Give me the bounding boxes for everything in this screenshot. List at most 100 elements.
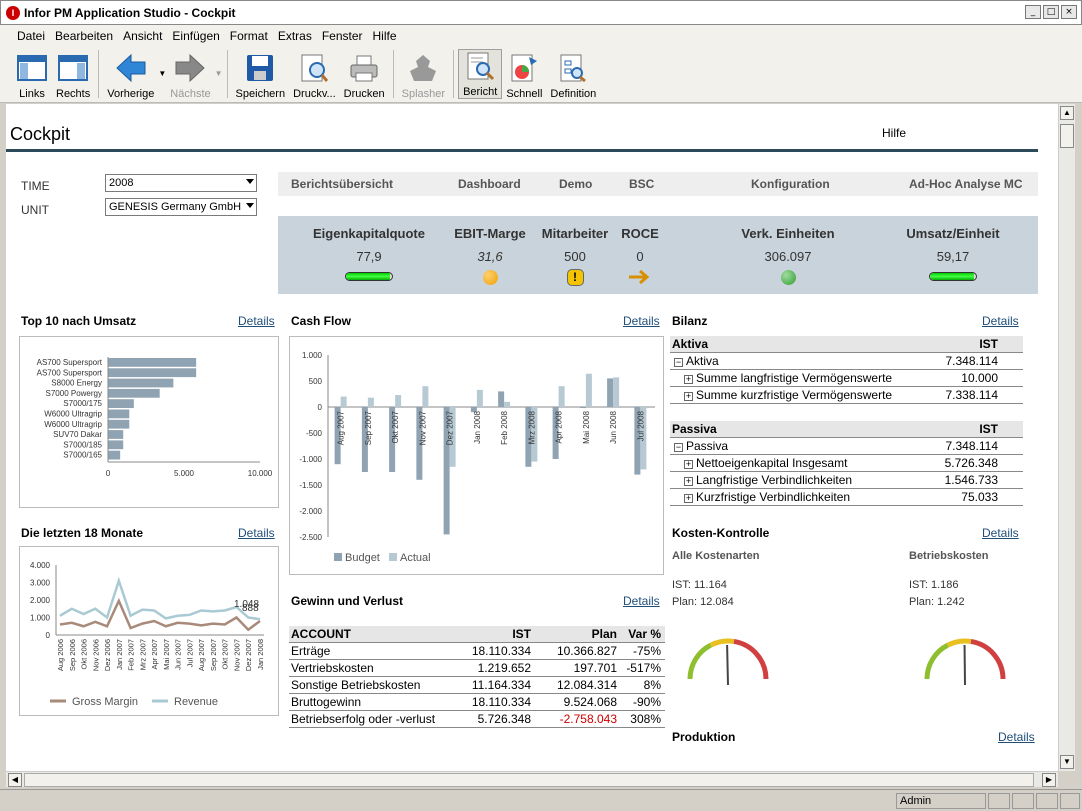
collapse-icon[interactable]: − — [674, 443, 683, 452]
definition-button[interactable]: Definition — [546, 46, 600, 100]
menu-einfuegen[interactable]: Einfügen — [167, 29, 224, 43]
table-row[interactable]: Erträge 18.110.334 10.366.827 -75% — [289, 643, 665, 660]
bar — [108, 368, 197, 378]
kpi-umsatz-einheit[interactable]: Umsatz/Einheit 59,17 — [898, 226, 1008, 281]
splasher-button[interactable]: Splasher — [398, 46, 449, 100]
bericht-button[interactable]: Bericht — [458, 49, 503, 99]
naechste-dropdown[interactable]: ▼ — [215, 46, 223, 100]
menu-extras[interactable]: Extras — [273, 29, 317, 43]
unit-select[interactable]: GENESIS Germany GmbH — [105, 198, 257, 216]
table-row[interactable]: + Summe kurzfristige Vermögenswerte 7.338.… — [670, 387, 1023, 404]
expand-icon[interactable]: + — [684, 392, 693, 401]
nav-adhoc-analyse[interactable]: Ad-Hoc Analyse MC — [909, 177, 1023, 191]
table-row[interactable]: − Aktiva 7.348.114 — [670, 353, 1023, 370]
bar-label: S8000 Energy — [51, 379, 102, 388]
kpi-mitarbeiter[interactable]: Mitarbeiter 500 ! — [540, 226, 610, 286]
progress-bar-icon — [345, 272, 393, 281]
drucken-button[interactable]: Drucken — [340, 46, 389, 100]
legend-label: Budget — [345, 552, 380, 564]
vertical-scrollbar[interactable]: ▲ ▼ — [1058, 104, 1075, 771]
top10-chart-panel: AS700 Supersport AS700 Supersport S8000 En… — [19, 336, 279, 508]
kpi-value: 31,6 — [477, 249, 503, 264]
table-row[interactable]: Bruttogewinn 18.110.334 9.524.068 -90% — [289, 694, 665, 711]
tick-label: 10.000 — [248, 469, 273, 478]
table-row[interactable]: + Nettoeigenkapital Insgesamt 5.726.348 — [670, 455, 1023, 472]
table-row[interactable]: − Passiva 7.348.114 — [670, 438, 1023, 455]
scroll-left-icon[interactable]: ◀ — [8, 773, 22, 787]
kosten-details-link[interactable]: Details — [982, 526, 1019, 540]
tick-label: -2.500 — [299, 533, 322, 542]
vorherige-button[interactable]: Vorherige — [103, 46, 158, 100]
table-row[interactable]: Vertriebskosten 1.219.652 197.701 -517% — [289, 660, 665, 677]
menu-format[interactable]: Format — [225, 29, 273, 43]
nav-berichtsuebersicht[interactable]: Berichtsübersicht — [291, 177, 393, 191]
kpi-roce[interactable]: ROCE 0 — [618, 226, 662, 289]
scroll-down-icon[interactable]: ▼ — [1060, 755, 1074, 769]
help-link[interactable]: Hilfe — [882, 126, 906, 140]
vorherige-dropdown[interactable]: ▼ — [158, 46, 166, 100]
nav-bsc[interactable]: BSC — [629, 177, 654, 191]
menu-ansicht[interactable]: Ansicht — [118, 29, 167, 43]
row-text: Passiva — [686, 439, 729, 453]
close-button[interactable]: × — [1061, 5, 1077, 19]
last18-details-link[interactable]: Details — [238, 526, 275, 540]
expand-icon[interactable]: + — [684, 477, 693, 486]
collapse-icon[interactable]: − — [674, 358, 683, 367]
table-row[interactable]: + Langfristige Verbindlichkeiten 1.546.733 — [670, 472, 1023, 489]
data-label: 888 — [242, 603, 259, 614]
speichern-button[interactable]: Speichern — [232, 46, 290, 100]
top10-details-link[interactable]: Details — [238, 314, 275, 328]
x-tick-label: Mrz 2007 — [138, 639, 147, 670]
minimize-button[interactable]: _ — [1025, 5, 1041, 19]
cashflow-chart-panel: 1.000 500 0 -500 -1.000 -1.500 -2.000 -2.500 Aug… — [289, 336, 664, 575]
x-tick-label: Feb 2007 — [127, 639, 136, 671]
scroll-thumb[interactable] — [24, 773, 1034, 787]
bar — [367, 397, 374, 407]
kpi-verk-einheiten[interactable]: Verk. Einheiten 306.097 — [726, 226, 850, 285]
tick-label: 0 — [106, 469, 111, 478]
horizontal-scrollbar[interactable]: ◀ ▶ — [6, 771, 1058, 787]
menu-datei[interactable]: Datei — [12, 29, 50, 43]
row-value: 75.033 — [961, 490, 998, 504]
time-select[interactable]: 2008 — [105, 174, 257, 192]
maximize-button[interactable]: □ — [1043, 5, 1059, 19]
guv-details-link[interactable]: Details — [623, 594, 660, 608]
bar — [585, 373, 592, 407]
expand-icon[interactable]: + — [684, 460, 693, 469]
menu-bearbeiten[interactable]: Bearbeiten — [50, 29, 118, 43]
menu-fenster[interactable]: Fenster — [317, 29, 368, 43]
nav-konfiguration[interactable]: Konfiguration — [751, 177, 830, 191]
legend-swatch — [334, 553, 342, 561]
table-row[interactable]: + Kurzfristige Verbindlichkeiten 75.033 — [670, 489, 1023, 506]
row-label: + Kurzfristige Verbindlichkeiten — [670, 490, 940, 504]
expand-icon[interactable]: + — [684, 494, 693, 503]
expand-icon[interactable]: + — [684, 375, 693, 384]
scroll-thumb[interactable] — [1060, 124, 1074, 148]
table-row[interactable]: Sonstige Betriebskosten 11.164.334 12.084.… — [289, 677, 665, 694]
produktion-details-link[interactable]: Details — [998, 730, 1035, 744]
gauge-icon — [924, 638, 1006, 686]
bilanz-details-link[interactable]: Details — [982, 314, 1019, 328]
row-text: Aktiva — [686, 354, 719, 368]
table-row[interactable]: + Summe langfristige Vermögenswerte 10.000 — [670, 370, 1023, 387]
nav-dashboard[interactable]: Dashboard — [458, 177, 521, 191]
gauge-arc — [946, 638, 972, 648]
row-label: + Summe kurzfristige Vermögenswerte — [670, 388, 940, 402]
schnell-button[interactable]: Schnell — [502, 46, 546, 100]
menu-hilfe[interactable]: Hilfe — [368, 29, 402, 43]
nav-demo[interactable]: Demo — [559, 177, 592, 191]
scroll-up-icon[interactable]: ▲ — [1060, 106, 1074, 120]
table-row[interactable]: Betriebserfolg oder -verlust 5.726.348 -2.… — [289, 711, 665, 728]
table-header: Aktiva IST — [670, 336, 1023, 353]
links-button[interactable]: Links — [12, 46, 52, 100]
produktion-title: Produktion — [672, 730, 736, 744]
kpi-eigenkapitalquote[interactable]: Eigenkapitalquote 77,9 — [309, 226, 429, 281]
col-var: Var % — [628, 627, 661, 641]
cashflow-details-link[interactable]: Details — [623, 314, 660, 328]
naechste-button[interactable]: Nächste — [166, 46, 214, 100]
kpi-ebit-marge[interactable]: EBIT-Marge 31,6 — [450, 226, 530, 285]
druckvorschau-button[interactable]: Druckv... — [289, 46, 340, 100]
scroll-right-icon[interactable]: ▶ — [1042, 773, 1056, 787]
rechts-button[interactable]: Rechts — [52, 46, 94, 100]
links-label: Links — [19, 88, 45, 100]
